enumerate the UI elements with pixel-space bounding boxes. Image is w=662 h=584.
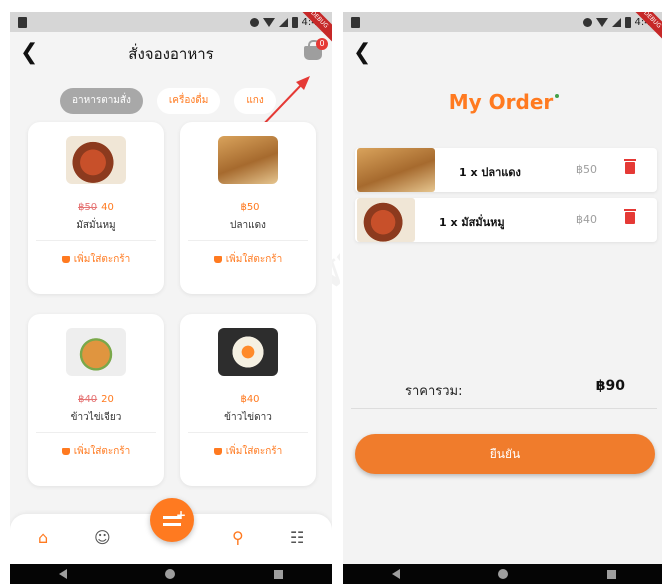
add-to-cart-label: เพิ่มใส่ตะกร้า — [225, 254, 283, 265]
tab-drinks[interactable]: เครื่องดื่ม — [156, 88, 221, 114]
menu-card[interactable]: ฿50 40 มัสมั่นหมู เพิ่มใส่ตะกร้า — [28, 122, 164, 294]
menu-card[interactable]: ฿40 20 ข้าวไข่เจียว เพิ่มใส่ตะกร้า — [28, 314, 164, 486]
order-item-price: ฿50 — [576, 163, 597, 176]
order-item-price: ฿40 — [576, 213, 597, 226]
back-arrow-icon[interactable]: ❮ — [20, 42, 38, 64]
food-image — [218, 328, 278, 376]
home-circle-icon[interactable] — [498, 569, 509, 579]
system-nav-bar — [343, 564, 662, 584]
food-name: ข้าวไข่เจียว — [70, 412, 122, 423]
status-bar: 4:41 DEBUG — [343, 12, 662, 44]
plus-icon: + — [176, 508, 187, 522]
menu-screen: 4:41 DEBUG ❮ สั่งจองอาหาร 0 อาหารตามสั่ง… — [10, 12, 332, 584]
profile-icon[interactable]: ☺ — [94, 528, 111, 547]
basket-icon — [61, 447, 70, 455]
back-icon[interactable] — [59, 569, 68, 579]
confirm-button[interactable]: ยืนยัน — [355, 434, 655, 474]
home-circle-icon[interactable] — [165, 569, 176, 579]
category-tabs: อาหารตามสั่ง เครื่องดื่ม แกง — [60, 88, 332, 116]
order-item-row: 1 x มัสมั่นหมู ฿40 — [355, 198, 657, 242]
delete-icon[interactable] — [624, 159, 636, 174]
back-icon[interactable] — [392, 569, 401, 579]
add-to-cart-label: เพิ่มใส่ตะกร้า — [225, 446, 283, 457]
status-bar: 4:41 DEBUG — [10, 12, 332, 44]
order-screen: 4:41 DEBUG ❮ My Order 1 x ปลาแดง ฿50 1 x… — [343, 12, 662, 584]
price-label: ฿40 20 — [28, 394, 164, 405]
add-to-cart-button[interactable]: เพิ่มใส่ตะกร้า — [180, 252, 316, 267]
food-thumbnail — [357, 148, 435, 192]
basket-icon — [213, 255, 222, 263]
tab-curry[interactable]: แกง — [234, 88, 276, 114]
signal-icon — [611, 17, 621, 27]
current-price: ฿50 — [240, 202, 260, 213]
order-item-label: 1 x ปลาแดง — [459, 166, 521, 179]
food-thumbnail — [357, 198, 415, 242]
order-food-button[interactable]: + — [150, 498, 194, 542]
old-price: ฿40 — [78, 394, 98, 405]
price-label: ฿50 40 — [28, 202, 164, 213]
wifi-icon — [595, 17, 608, 27]
clipboard-icon[interactable]: ☷ — [290, 528, 304, 547]
basket-icon — [213, 447, 222, 455]
divider — [36, 432, 156, 433]
notification-icon — [249, 17, 259, 27]
basket-icon — [61, 255, 70, 263]
food-name: ปลาแดง — [230, 220, 266, 231]
cart-count-badge: 0 — [316, 38, 328, 50]
total-label: ราคารวม: — [405, 384, 463, 399]
add-to-cart-label: เพิ่มใส่ตะกร้า — [73, 254, 131, 265]
add-to-cart-label: เพิ่มใส่ตะกร้า — [73, 446, 131, 457]
dot-icon — [555, 94, 560, 98]
app-header: ❮ สั่งจองอาหาร 0 — [10, 34, 332, 74]
current-price: 40 — [101, 202, 114, 213]
food-image — [66, 328, 126, 376]
notification-icon — [582, 17, 592, 27]
search-icon[interactable]: ⚲ — [232, 528, 244, 547]
menu-card[interactable]: ฿40 ข้าวไข่ดาว เพิ่มใส่ตะกร้า — [180, 314, 316, 486]
tab-made-to-order[interactable]: อาหารตามสั่ง — [60, 88, 143, 114]
price-label: ฿40 — [180, 394, 316, 405]
order-item-label: 1 x มัสมั่นหมู — [439, 216, 505, 229]
add-to-cart-button[interactable]: เพิ่มใส่ตะกร้า — [28, 252, 164, 267]
add-to-cart-button[interactable]: เพิ่มใส่ตะกร้า — [180, 444, 316, 459]
system-nav-bar — [10, 564, 332, 584]
food-image — [66, 136, 126, 184]
food-name: ข้าวไข่ดาว — [224, 412, 272, 423]
current-price: ฿40 — [240, 394, 260, 405]
total-value: ฿90 — [595, 378, 625, 394]
page-title: My Order — [343, 90, 662, 114]
page-title: สั่งจองอาหาร — [128, 45, 214, 63]
sim-icon — [18, 16, 27, 28]
delete-icon[interactable] — [624, 209, 636, 224]
menu-card[interactable]: ฿50 ปลาแดง เพิ่มใส่ตะกร้า — [180, 122, 316, 294]
battery-icon — [291, 16, 298, 28]
divider — [36, 240, 156, 241]
basket-icon[interactable]: 0 — [304, 38, 328, 60]
wifi-icon — [262, 17, 275, 27]
price-label: ฿50 — [180, 202, 316, 213]
add-to-cart-button[interactable]: เพิ่มใส่ตะกร้า — [28, 444, 164, 459]
divider — [188, 432, 308, 433]
home-icon[interactable]: ⌂ — [38, 528, 48, 547]
divider — [188, 240, 308, 241]
old-price: ฿50 — [78, 202, 98, 213]
back-arrow-icon[interactable]: ❮ — [353, 42, 371, 64]
food-name: มัสมั่นหมู — [76, 220, 116, 231]
current-price: 20 — [101, 394, 114, 405]
order-title-text: My Order — [448, 90, 554, 114]
divider — [351, 408, 657, 409]
recents-icon[interactable] — [273, 569, 283, 579]
food-image — [218, 136, 278, 184]
sim-icon — [351, 16, 360, 28]
order-item-row: 1 x ปลาแดง ฿50 — [355, 148, 657, 192]
battery-icon — [624, 16, 631, 28]
signal-icon — [278, 17, 288, 27]
recents-icon[interactable] — [606, 569, 616, 579]
